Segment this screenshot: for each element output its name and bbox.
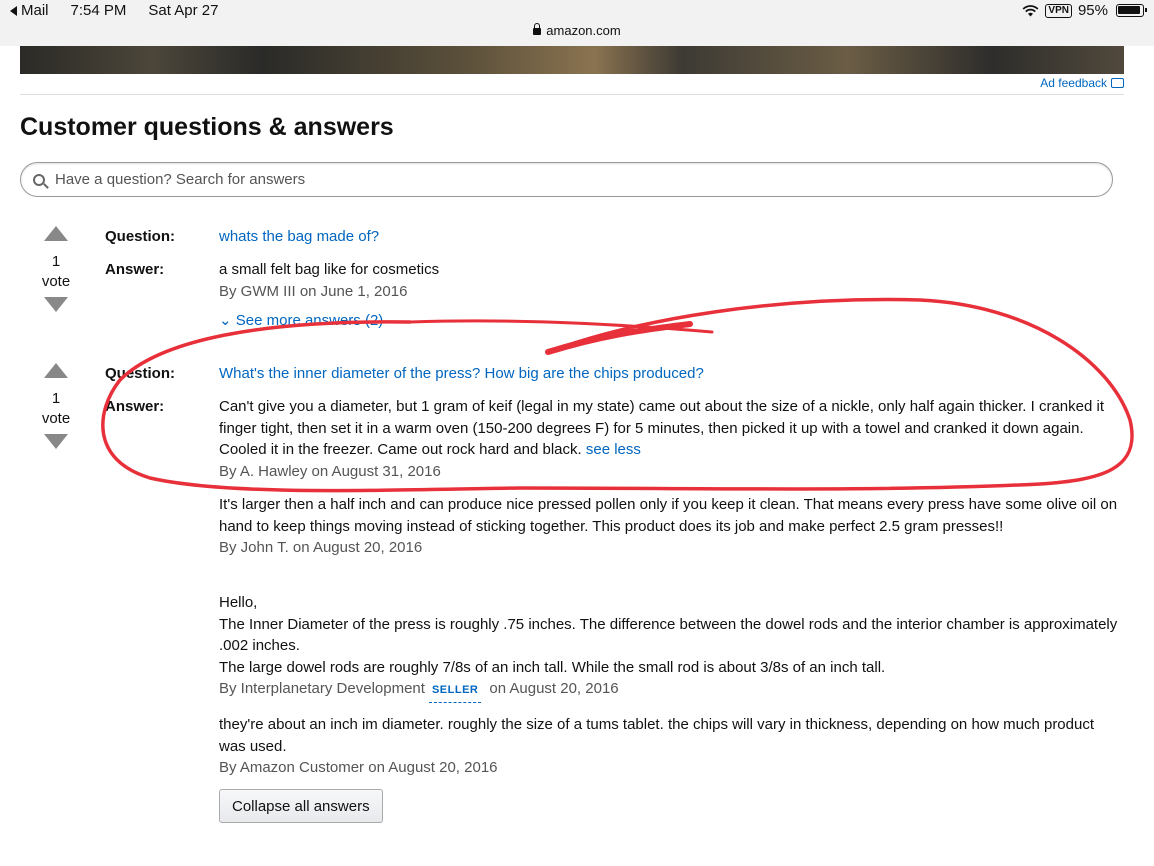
- answer-text: It's larger then a half inch and can pro…: [219, 496, 1118, 535]
- collapse-all-answers-button[interactable]: Collapse all answers: [219, 789, 383, 823]
- status-date: Sat Apr 27: [148, 2, 219, 19]
- answer-block: they're about an inch im diameter. rough…: [219, 714, 1119, 779]
- answer-date: on August 20, 2016: [489, 680, 619, 697]
- answer-block: Hello, The Inner Diameter of the press i…: [219, 592, 1119, 703]
- speech-bubble-icon: [1111, 78, 1124, 88]
- url-text: amazon.com: [546, 23, 621, 38]
- answer-author: By Interplanetary Development SELLER on Au…: [219, 678, 1119, 703]
- vote-widget: 1 vote: [21, 363, 91, 449]
- wifi-icon: [1022, 4, 1039, 16]
- upvote-arrow-icon[interactable]: [44, 363, 68, 378]
- lock-icon: [533, 23, 542, 35]
- search-icon: [33, 173, 45, 186]
- answer-label: Answer:: [105, 261, 165, 278]
- ad-feedback-label: Ad feedback: [1040, 76, 1107, 90]
- upvote-arrow-icon[interactable]: [44, 226, 68, 241]
- answer-author: By Amazon Customer on August 20, 2016: [219, 759, 498, 776]
- vpn-badge: VPN: [1045, 3, 1072, 18]
- vote-count: 1: [51, 390, 61, 407]
- divider: [20, 94, 1124, 95]
- address-bar[interactable]: amazon.com: [0, 22, 1154, 46]
- qa-search-box[interactable]: [20, 162, 1113, 197]
- back-to-mail[interactable]: Mail: [10, 2, 49, 19]
- question-link[interactable]: whats the bag made of?: [219, 228, 379, 245]
- status-time: 7:54 PM: [70, 2, 127, 19]
- status-bar: Mail 7:54 PM Sat Apr 27 VPN 95%: [0, 0, 1154, 22]
- vote-count: 1: [51, 253, 61, 270]
- ad-banner-image[interactable]: [20, 46, 1124, 74]
- answer-text: they're about an inch im diameter. rough…: [219, 716, 1095, 755]
- seller-badge[interactable]: SELLER: [428, 680, 482, 703]
- question-label: Question:: [105, 228, 175, 245]
- back-app-label: Mail: [21, 2, 49, 19]
- answer-body: Can't give you a diameter, but 1 gram of…: [219, 398, 1104, 458]
- answer-author: By A. Hawley on August 31, 2016: [219, 462, 441, 480]
- question-link[interactable]: What's the inner diameter of the press? …: [219, 365, 704, 382]
- answer-author: By GWM III on June 1, 2016: [219, 282, 408, 300]
- author-name: By Interplanetary Development: [219, 680, 425, 697]
- see-less-link[interactable]: see less: [586, 441, 641, 458]
- answer-author: By John T. on August 20, 2016: [219, 539, 423, 556]
- see-more-label: See more answers (2): [235, 312, 384, 329]
- answer-text: Can't give you a diameter, but 1 gram of…: [219, 396, 1119, 461]
- answer-text: The large dowel rods are roughly 7/8s of…: [219, 658, 886, 676]
- answer-label: Answer:: [105, 398, 165, 415]
- vote-widget: 1 vote: [21, 226, 91, 312]
- battery-icon: [1116, 4, 1147, 17]
- expand-icon: ⌄: [219, 312, 236, 329]
- question-label: Question:: [105, 365, 175, 382]
- answer-block: a small felt bag like for cosmetics By G…: [219, 259, 1119, 302]
- back-arrow-icon: [10, 5, 17, 16]
- section-title: Customer questions & answers: [20, 113, 394, 141]
- qa-search-input[interactable]: [55, 171, 955, 188]
- downvote-arrow-icon[interactable]: [44, 434, 68, 449]
- answer-text: a small felt bag like for cosmetics: [219, 261, 440, 278]
- downvote-arrow-icon[interactable]: [44, 297, 68, 312]
- answer-text: The Inner Diameter of the press is rough…: [219, 615, 1118, 655]
- vote-label: vote: [41, 273, 71, 290]
- see-more-answers-link[interactable]: ⌄ See more answers (2): [219, 311, 383, 329]
- answer-greeting: Hello,: [219, 594, 258, 611]
- answer-block: It's larger then a half inch and can pro…: [219, 494, 1119, 559]
- battery-percent: 95%: [1077, 2, 1108, 19]
- ad-feedback-link[interactable]: Ad feedback: [1040, 76, 1124, 90]
- vote-label: vote: [41, 410, 71, 427]
- answer-block: Can't give you a diameter, but 1 gram of…: [219, 396, 1119, 482]
